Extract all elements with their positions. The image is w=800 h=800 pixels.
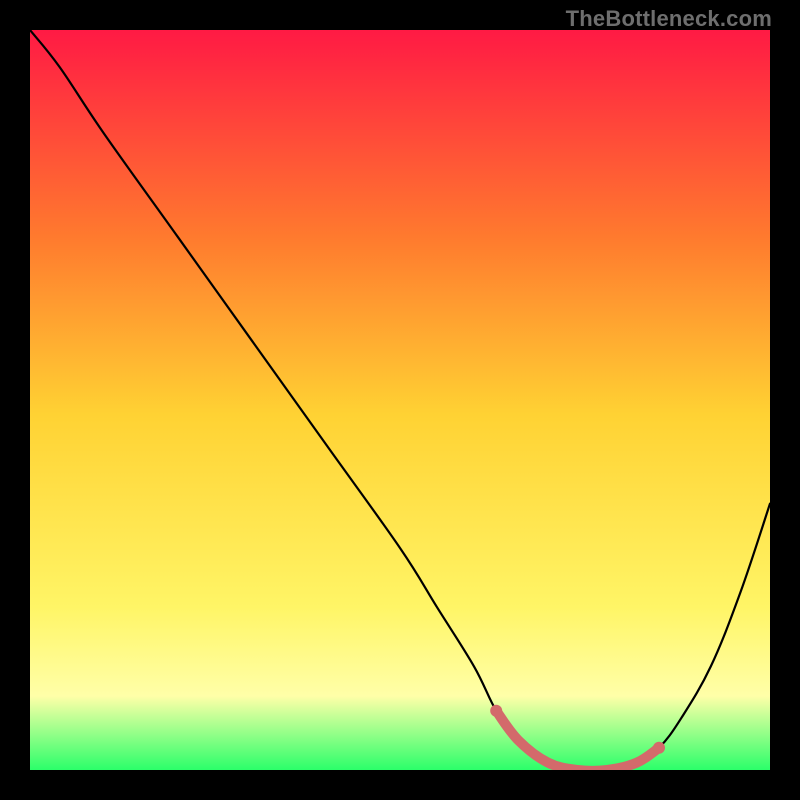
plot-area <box>30 30 770 770</box>
chart-frame: TheBottleneck.com <box>0 0 800 800</box>
watermark-text: TheBottleneck.com <box>566 6 772 32</box>
optimal-zone-start-dot <box>490 705 502 717</box>
bottleneck-curve <box>30 30 770 770</box>
curves-layer <box>30 30 770 770</box>
optimal-zone-highlight <box>496 711 659 770</box>
optimal-zone-end-dot <box>653 742 665 754</box>
